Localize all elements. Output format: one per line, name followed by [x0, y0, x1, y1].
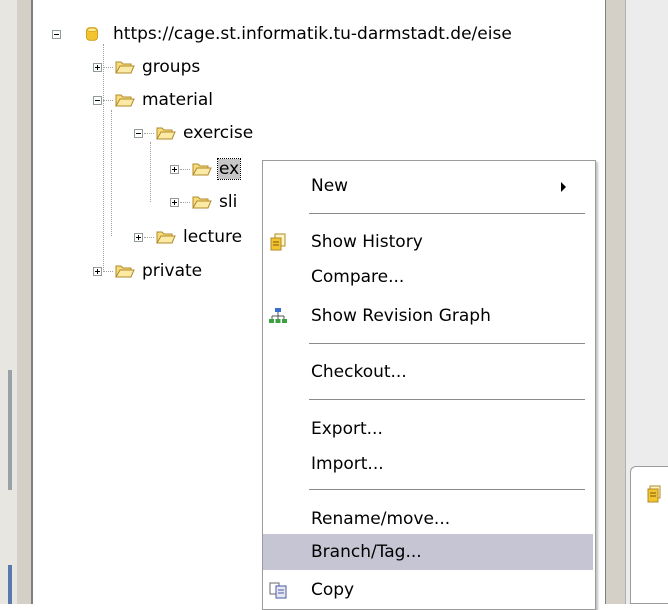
tree-node-material[interactable]: material — [93, 89, 214, 111]
tree-label-sli: sli — [219, 192, 238, 212]
menu-separator — [309, 489, 585, 491]
menu-item-show-revision-graph[interactable]: Show Revision Graph — [263, 301, 593, 331]
folder-icon — [192, 196, 212, 209]
menu-item-export[interactable]: Export... — [263, 414, 593, 444]
tree-line — [111, 110, 112, 236]
menu-label-show-revision-graph: Show Revision Graph — [311, 306, 491, 326]
tree-label-ex-selected: ex — [216, 158, 242, 180]
tree-label-groups: groups — [142, 57, 201, 77]
folder-icon — [192, 163, 212, 176]
menu-label-copy: Copy — [311, 580, 355, 600]
expand-toggle-icon[interactable] — [93, 266, 102, 276]
tree-node-root[interactable]: https://cage.st.informatik.tu-darmstadt.… — [52, 23, 513, 45]
menu-item-copy[interactable]: Copy — [263, 575, 593, 605]
tree-node-ex[interactable]: ex — [170, 158, 242, 180]
copy-icon — [269, 582, 287, 599]
expand-toggle-icon[interactable] — [170, 197, 179, 207]
menu-item-show-history[interactable]: Show History — [263, 227, 593, 257]
revision-graph-icon — [269, 308, 287, 323]
folder-icon — [115, 94, 135, 107]
expand-toggle-icon[interactable] — [93, 62, 102, 72]
menu-label-new: New — [311, 176, 349, 196]
submenu-arrow-icon — [561, 182, 566, 192]
history-icon — [270, 233, 286, 251]
pane-splitter[interactable] — [605, 0, 625, 604]
menu-item-checkout[interactable]: Checkout... — [263, 357, 593, 387]
menu-label-rename-move: Rename/move... — [311, 509, 451, 529]
tree-label-material: material — [142, 90, 213, 110]
menu-separator — [309, 399, 585, 401]
folder-icon — [115, 61, 135, 74]
collapse-toggle-icon[interactable] — [52, 29, 61, 39]
menu-label-branch-tag: Branch/Tag... — [311, 542, 422, 562]
tree-label-lecture: lecture — [183, 227, 243, 247]
menu-item-new[interactable]: New — [263, 171, 593, 201]
menu-separator — [309, 343, 585, 345]
menu-label-show-history: Show History — [311, 232, 423, 252]
left-edge-marker — [8, 370, 12, 490]
repository-url: https://cage.st.informatik.tu-darmstadt.… — [113, 24, 512, 44]
left-edge-highlight — [8, 565, 12, 604]
menu-label-compare: Compare... — [311, 267, 405, 287]
tree-node-lecture[interactable]: lecture — [134, 226, 243, 248]
expand-toggle-icon[interactable] — [170, 164, 179, 174]
tree-node-private[interactable]: private — [93, 260, 203, 282]
menu-label-import: Import... — [311, 454, 384, 474]
left-edge-shade — [0, 0, 17, 604]
folder-icon — [156, 231, 176, 244]
collapse-toggle-icon[interactable] — [134, 128, 143, 138]
tree-node-sli[interactable]: sli — [170, 191, 238, 213]
tree-node-groups[interactable]: groups — [93, 56, 201, 78]
folder-icon — [115, 265, 135, 278]
collapse-toggle-icon[interactable] — [93, 95, 102, 105]
tree-line — [150, 142, 151, 202]
menu-item-import[interactable]: Import... — [263, 449, 593, 479]
expand-toggle-icon[interactable] — [134, 232, 143, 242]
menu-item-rename-move[interactable]: Rename/move... — [263, 504, 593, 534]
menu-separator — [309, 213, 585, 215]
menu-item-compare[interactable]: Compare... — [263, 262, 593, 292]
tree-label-private: private — [142, 261, 203, 281]
folder-icon — [156, 127, 176, 140]
tree-node-exercise[interactable]: exercise — [134, 122, 254, 144]
repository-icon — [85, 27, 99, 41]
left-window-edge — [0, 0, 33, 604]
history-icon[interactable] — [647, 485, 661, 503]
context-menu: New Show History Compare... Show Revisio… — [262, 160, 596, 610]
tree-label-exercise: exercise — [183, 123, 254, 143]
menu-label-export: Export... — [311, 419, 383, 439]
menu-item-branch-tag[interactable]: Branch/Tag... — [263, 534, 593, 570]
menu-label-checkout: Checkout... — [311, 362, 407, 382]
